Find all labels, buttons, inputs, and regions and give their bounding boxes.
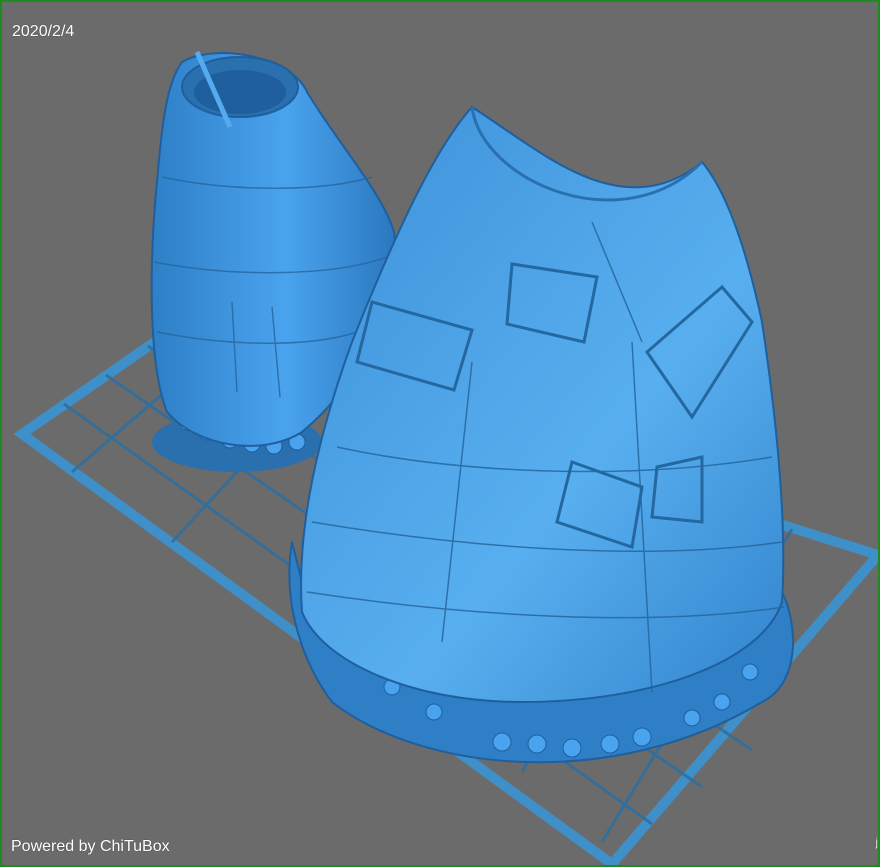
date-label: 2020/2/4	[12, 23, 75, 40]
corner-mark: j	[875, 835, 878, 849]
3d-viewport[interactable]: 2020/2/4 Powered by ChiTuBox j	[0, 0, 880, 867]
print-scene[interactable]	[2, 2, 878, 865]
powered-by-label: Powered by ChiTuBox	[11, 838, 170, 855]
